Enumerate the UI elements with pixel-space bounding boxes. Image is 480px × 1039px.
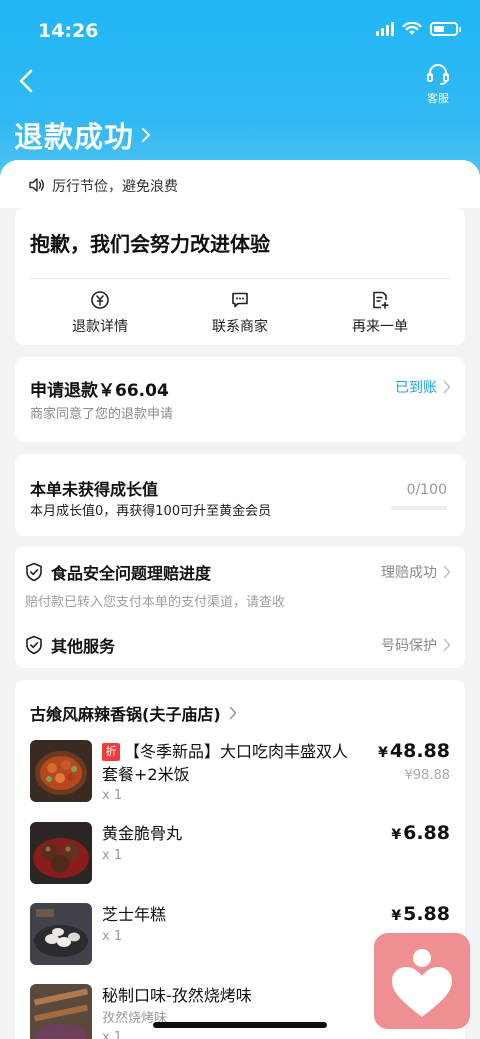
speaker-icon	[29, 178, 44, 192]
food-safety-status: 理赔成功	[381, 562, 451, 582]
food-image	[30, 984, 92, 1039]
contact-merchant-button[interactable]: 联系商家	[180, 290, 300, 336]
other-services-status: 号码保护	[381, 635, 451, 655]
customer-service-label: 客服	[427, 92, 449, 105]
refund-amount: 申请退款￥66.04	[30, 381, 169, 401]
item-price-value: 6.88	[403, 822, 450, 844]
notice-text: 厉行节俭，避免浪费	[52, 179, 178, 195]
apology-title: 抱歉，我们会努力改进体验	[30, 232, 270, 256]
floating-heart-button[interactable]	[374, 933, 470, 1029]
headset-icon	[427, 64, 449, 85]
item-name-text: 【冬季新品】大口吃肉丰盛双人套餐+2米饭	[102, 742, 349, 784]
order-item[interactable]: 黄金脆骨丸 x 1 ¥6.88	[30, 822, 450, 892]
refund-subtitle: 商家同意了您的退款申请	[30, 407, 174, 422]
yen-circle-icon	[91, 291, 109, 309]
contact-merchant-label: 联系商家	[212, 319, 268, 335]
signal-icon	[376, 22, 394, 36]
chat-bubble-icon	[232, 292, 248, 308]
refund-card[interactable]: 申请退款￥66.04 商家同意了您的退款申请 已到账	[15, 357, 465, 442]
item-quantity: x 1	[102, 1030, 123, 1039]
divider	[30, 278, 450, 279]
growth-progress-bar	[391, 506, 447, 510]
shield-check-icon	[26, 562, 42, 582]
item-quantity: x 1	[102, 848, 123, 863]
other-services-status-text: 号码保护	[381, 638, 437, 654]
page-title[interactable]: 退款成功	[14, 114, 152, 156]
service-card: 食品安全问题理赔进度 理赔成功 赔付款已转入您支付本单的支付渠道，请查收 其他服…	[15, 546, 465, 668]
status-icons	[376, 22, 461, 36]
food-image	[30, 822, 92, 884]
item-price: ¥48.88	[378, 740, 450, 762]
chevron-right-icon	[229, 706, 237, 720]
notice-bar: 厉行节俭，避免浪费	[0, 160, 480, 208]
shop-name-link[interactable]: 古飨风麻辣香锅(夫子庙店)	[30, 701, 237, 725]
status-time: 14:26	[38, 20, 99, 42]
refund-detail-button[interactable]: 退款详情	[40, 290, 160, 336]
currency-symbol: ¥	[391, 827, 402, 843]
item-name: 黄金脆骨丸	[102, 824, 183, 843]
shop-name: 古飨风麻辣香锅(夫子庙店)	[30, 705, 221, 724]
food-safety-title: 食品安全问题理赔进度	[51, 564, 212, 583]
refund-status-text: 已到账	[395, 380, 437, 396]
food-image	[30, 903, 92, 965]
page-title-text: 退款成功	[14, 120, 135, 154]
wifi-icon	[402, 22, 422, 35]
other-services-row[interactable]: 其他服务 号码保护	[25, 633, 451, 657]
item-name: 芝士年糕	[102, 905, 167, 924]
food-image	[30, 740, 92, 802]
chevron-left-icon	[19, 69, 33, 93]
status-bar: 14:26	[0, 0, 480, 62]
customer-service-button[interactable]: 客服	[420, 62, 456, 105]
chevron-right-icon	[443, 565, 451, 579]
order-item[interactable]: 折【冬季新品】大口吃肉丰盛双人套餐+2米饭 x 1 ¥48.88 ¥98.88	[30, 740, 450, 810]
other-services-title: 其他服务	[51, 637, 116, 656]
currency-symbol: ¥	[378, 745, 388, 761]
currency-symbol: ¥	[391, 908, 402, 924]
food-safety-status-text: 理赔成功	[381, 565, 437, 581]
chevron-right-icon	[443, 638, 451, 652]
food-safety-row[interactable]: 食品安全问题理赔进度 理赔成功	[25, 560, 451, 584]
battery-icon	[430, 22, 461, 36]
item-quantity: x 1	[102, 788, 123, 803]
growth-subtitle: 本月成长值0，再获得100可升至黄金会员	[30, 504, 272, 519]
reorder-label: 再来一单	[352, 319, 408, 335]
chevron-right-icon	[443, 380, 451, 394]
item-name: 秘制口味-孜然烧烤味	[102, 986, 252, 1005]
discount-badge: 折	[102, 743, 120, 761]
item-price-value: 5.88	[403, 903, 450, 925]
item-price: ¥5.88	[391, 903, 450, 925]
refund-detail-label: 退款详情	[72, 319, 128, 335]
item-quantity: x 1	[102, 929, 123, 944]
refund-status: 已到账	[395, 377, 451, 397]
growth-title: 本单未获得成长值	[30, 480, 159, 499]
shield-check-icon	[26, 635, 42, 655]
apology-card: 抱歉，我们会努力改进体验 退款详情 联系商家 再来一单	[15, 208, 465, 345]
item-name: 折【冬季新品】大口吃肉丰盛双人套餐+2米饭	[102, 740, 362, 786]
item-price-value: 48.88	[389, 740, 450, 762]
reorder-icon	[373, 291, 389, 309]
chevron-right-icon	[142, 128, 151, 142]
growth-card: 本单未获得成长值 本月成长值0，再获得100可升至黄金会员 0/100	[15, 454, 465, 536]
back-button[interactable]	[12, 64, 42, 98]
item-original-price: ¥98.88	[404, 768, 451, 783]
reorder-button[interactable]: 再来一单	[320, 290, 440, 336]
growth-progress-text: 0/100	[406, 482, 447, 498]
item-price: ¥6.88	[391, 822, 450, 844]
home-indicator	[153, 1022, 327, 1028]
heart-person-icon	[392, 949, 452, 1017]
food-safety-note: 赔付款已转入您支付本单的支付渠道，请查收	[25, 595, 286, 610]
